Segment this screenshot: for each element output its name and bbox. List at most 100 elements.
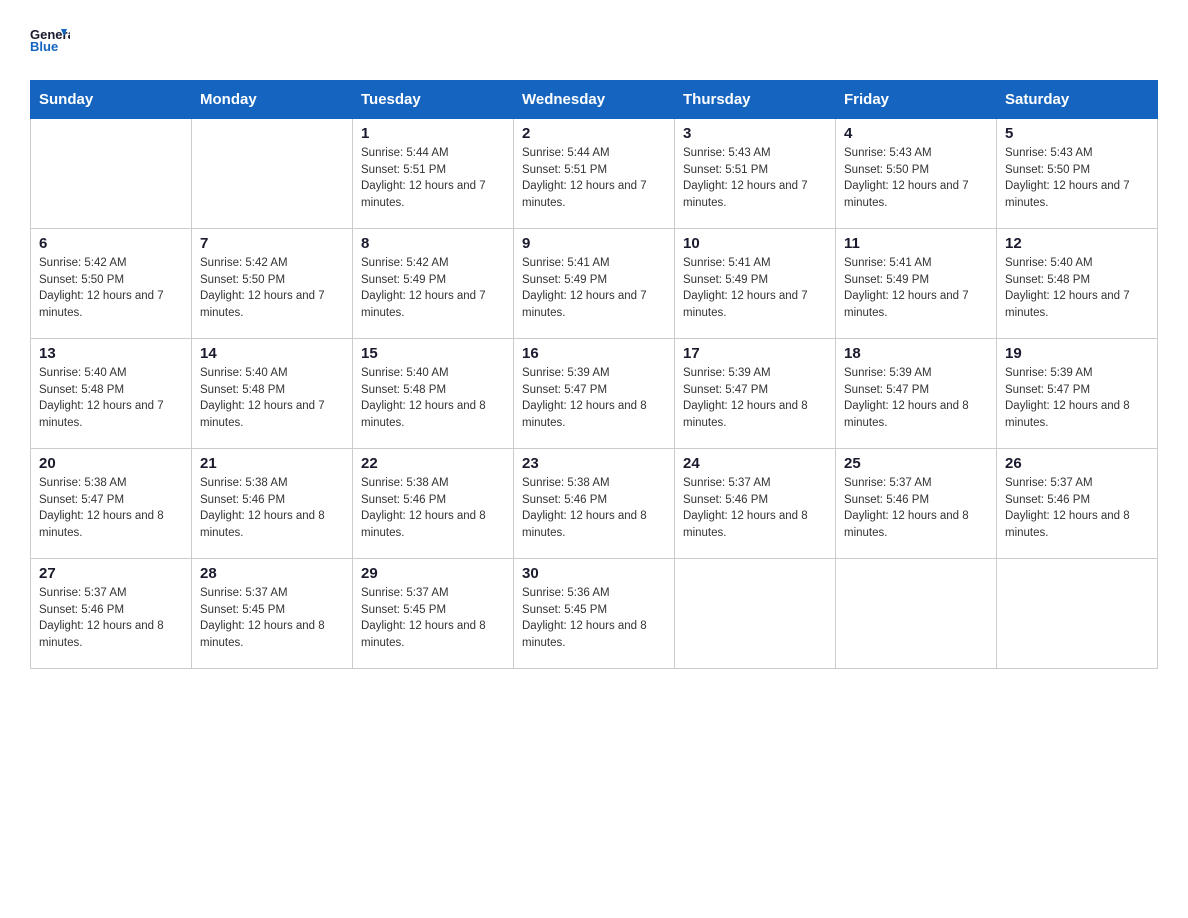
- day-number: 5: [1005, 125, 1149, 142]
- calendar-week-row: 1 Sunrise: 5:44 AMSunset: 5:51 PMDaylight…: [31, 119, 1158, 229]
- calendar-cell: 7 Sunrise: 5:42 AMSunset: 5:50 PMDaylight…: [192, 229, 353, 339]
- day-info: Sunrise: 5:40 AMSunset: 5:48 PMDaylight:…: [1005, 255, 1149, 322]
- day-number: 16: [522, 345, 666, 362]
- calendar-week-row: 27 Sunrise: 5:37 AMSunset: 5:46 PMDayligh…: [31, 559, 1158, 669]
- day-info: Sunrise: 5:38 AMSunset: 5:46 PMDaylight:…: [522, 475, 666, 542]
- day-number: 30: [522, 565, 666, 582]
- calendar-cell: 6 Sunrise: 5:42 AMSunset: 5:50 PMDaylight…: [31, 229, 192, 339]
- calendar-cell: 30 Sunrise: 5:36 AMSunset: 5:45 PMDayligh…: [514, 559, 675, 669]
- calendar-cell: 9Sunrise: 5:41 AMSunset: 5:49 PMDaylight…: [514, 229, 675, 339]
- day-number: 4: [844, 125, 988, 142]
- weekday-header-monday: Monday: [192, 81, 353, 119]
- calendar-cell: [836, 559, 997, 669]
- calendar-cell: 23 Sunrise: 5:38 AMSunset: 5:46 PMDayligh…: [514, 449, 675, 559]
- calendar-cell: 20 Sunrise: 5:38 AMSunset: 5:47 PMDayligh…: [31, 449, 192, 559]
- calendar-cell: 25Sunrise: 5:37 AMSunset: 5:46 PMDayligh…: [836, 449, 997, 559]
- day-info: Sunrise: 5:43 AMSunset: 5:50 PMDaylight:…: [1005, 145, 1149, 212]
- day-info: Sunrise: 5:37 AMSunset: 5:45 PMDaylight:…: [361, 585, 505, 652]
- day-info: Sunrise: 5:38 AMSunset: 5:47 PMDaylight:…: [39, 475, 183, 542]
- day-number: 12: [1005, 235, 1149, 252]
- day-info: Sunrise: 5:37 AMSunset: 5:46 PMDaylight:…: [683, 475, 827, 542]
- day-info: Sunrise: 5:43 AMSunset: 5:50 PMDaylight:…: [844, 145, 988, 212]
- calendar-cell: [31, 119, 192, 229]
- day-number: 28: [200, 565, 344, 582]
- day-number: 2: [522, 125, 666, 142]
- calendar-cell: 18 Sunrise: 5:39 AMSunset: 5:47 PMDayligh…: [836, 339, 997, 449]
- weekday-header-friday: Friday: [836, 81, 997, 119]
- day-number: 11: [844, 235, 988, 252]
- day-info: Sunrise: 5:42 AMSunset: 5:50 PMDaylight:…: [200, 255, 344, 322]
- day-number: 26: [1005, 455, 1149, 472]
- day-info: Sunrise: 5:40 AMSunset: 5:48 PMDaylight:…: [39, 365, 183, 432]
- day-info: Sunrise: 5:36 AMSunset: 5:45 PMDaylight:…: [522, 585, 666, 652]
- day-info: Sunrise: 5:42 AMSunset: 5:50 PMDaylight:…: [39, 255, 183, 322]
- calendar-cell: 19Sunrise: 5:39 AMSunset: 5:47 PMDayligh…: [997, 339, 1158, 449]
- day-number: 18: [844, 345, 988, 362]
- calendar-cell: 12 Sunrise: 5:40 AMSunset: 5:48 PMDayligh…: [997, 229, 1158, 339]
- calendar-cell: 29 Sunrise: 5:37 AMSunset: 5:45 PMDayligh…: [353, 559, 514, 669]
- day-info: Sunrise: 5:39 AMSunset: 5:47 PMDaylight:…: [522, 365, 666, 432]
- day-number: 29: [361, 565, 505, 582]
- day-number: 6: [39, 235, 183, 252]
- day-number: 25: [844, 455, 988, 472]
- day-info: Sunrise: 5:42 AMSunset: 5:49 PMDaylight:…: [361, 255, 505, 322]
- day-number: 3: [683, 125, 827, 142]
- calendar-cell: 10 Sunrise: 5:41 AMSunset: 5:49 PMDayligh…: [675, 229, 836, 339]
- calendar-cell: [675, 559, 836, 669]
- calendar-cell: 24 Sunrise: 5:37 AMSunset: 5:46 PMDayligh…: [675, 449, 836, 559]
- day-info: Sunrise: 5:41 AMSunset: 5:49 PMDaylight:…: [683, 255, 827, 322]
- day-number: 27: [39, 565, 183, 582]
- calendar-cell: 1 Sunrise: 5:44 AMSunset: 5:51 PMDaylight…: [353, 119, 514, 229]
- calendar-cell: 14 Sunrise: 5:40 AMSunset: 5:48 PMDayligh…: [192, 339, 353, 449]
- calendar-week-row: 20 Sunrise: 5:38 AMSunset: 5:47 PMDayligh…: [31, 449, 1158, 559]
- page-header: General Blue: [30, 20, 1158, 60]
- day-info: Sunrise: 5:39 AMSunset: 5:47 PMDaylight:…: [683, 365, 827, 432]
- day-info: Sunrise: 5:37 AMSunset: 5:46 PMDaylight:…: [39, 585, 183, 652]
- calendar-cell: 27 Sunrise: 5:37 AMSunset: 5:46 PMDayligh…: [31, 559, 192, 669]
- day-number: 17: [683, 345, 827, 362]
- day-info: Sunrise: 5:38 AMSunset: 5:46 PMDaylight:…: [200, 475, 344, 542]
- day-info: Sunrise: 5:40 AMSunset: 5:48 PMDaylight:…: [200, 365, 344, 432]
- day-info: Sunrise: 5:37 AMSunset: 5:45 PMDaylight:…: [200, 585, 344, 652]
- day-info: Sunrise: 5:44 AMSunset: 5:51 PMDaylight:…: [361, 145, 505, 212]
- day-info: Sunrise: 5:41 AMSunset: 5:49 PMDaylight:…: [844, 255, 988, 322]
- day-number: 8: [361, 235, 505, 252]
- day-number: 20: [39, 455, 183, 472]
- day-info: Sunrise: 5:40 AMSunset: 5:48 PMDaylight:…: [361, 365, 505, 432]
- calendar-cell: 2 Sunrise: 5:44 AMSunset: 5:51 PMDaylight…: [514, 119, 675, 229]
- calendar-week-row: 13 Sunrise: 5:40 AMSunset: 5:48 PMDayligh…: [31, 339, 1158, 449]
- calendar-cell: 5 Sunrise: 5:43 AMSunset: 5:50 PMDaylight…: [997, 119, 1158, 229]
- weekday-header-tuesday: Tuesday: [353, 81, 514, 119]
- weekday-header-row: SundayMondayTuesdayWednesdayThursdayFrid…: [31, 81, 1158, 119]
- calendar-cell: 15 Sunrise: 5:40 AMSunset: 5:48 PMDayligh…: [353, 339, 514, 449]
- weekday-header-wednesday: Wednesday: [514, 81, 675, 119]
- calendar-cell: 3 Sunrise: 5:43 AMSunset: 5:51 PMDaylight…: [675, 119, 836, 229]
- calendar-cell: 13 Sunrise: 5:40 AMSunset: 5:48 PMDayligh…: [31, 339, 192, 449]
- calendar-table: SundayMondayTuesdayWednesdayThursdayFrid…: [30, 80, 1158, 669]
- calendar-cell: [192, 119, 353, 229]
- calendar-cell: 28 Sunrise: 5:37 AMSunset: 5:45 PMDayligh…: [192, 559, 353, 669]
- calendar-cell: 11 Sunrise: 5:41 AMSunset: 5:49 PMDayligh…: [836, 229, 997, 339]
- day-info: Sunrise: 5:44 AMSunset: 5:51 PMDaylight:…: [522, 145, 666, 212]
- calendar-cell: 16 Sunrise: 5:39 AMSunset: 5:47 PMDayligh…: [514, 339, 675, 449]
- day-number: 23: [522, 455, 666, 472]
- day-number: 14: [200, 345, 344, 362]
- day-number: 1: [361, 125, 505, 142]
- calendar-cell: 22Sunrise: 5:38 AMSunset: 5:46 PMDayligh…: [353, 449, 514, 559]
- day-info: Sunrise: 5:39 AMSunset: 5:47 PMDaylight:…: [844, 365, 988, 432]
- day-number: 13: [39, 345, 183, 362]
- day-number: 24: [683, 455, 827, 472]
- day-number: 21: [200, 455, 344, 472]
- day-number: 10: [683, 235, 827, 252]
- calendar-week-row: 6 Sunrise: 5:42 AMSunset: 5:50 PMDaylight…: [31, 229, 1158, 339]
- weekday-header-sunday: Sunday: [31, 81, 192, 119]
- day-info: Sunrise: 5:39 AMSunset: 5:47 PMDaylight:…: [1005, 365, 1149, 432]
- calendar-cell: 17 Sunrise: 5:39 AMSunset: 5:47 PMDayligh…: [675, 339, 836, 449]
- day-info: Sunrise: 5:41 AMSunset: 5:49 PMDaylight:…: [522, 255, 666, 322]
- calendar-cell: 21 Sunrise: 5:38 AMSunset: 5:46 PMDayligh…: [192, 449, 353, 559]
- day-number: 7: [200, 235, 344, 252]
- day-info: Sunrise: 5:43 AMSunset: 5:51 PMDaylight:…: [683, 145, 827, 212]
- weekday-header-thursday: Thursday: [675, 81, 836, 119]
- logo: General Blue: [30, 20, 70, 60]
- day-number: 15: [361, 345, 505, 362]
